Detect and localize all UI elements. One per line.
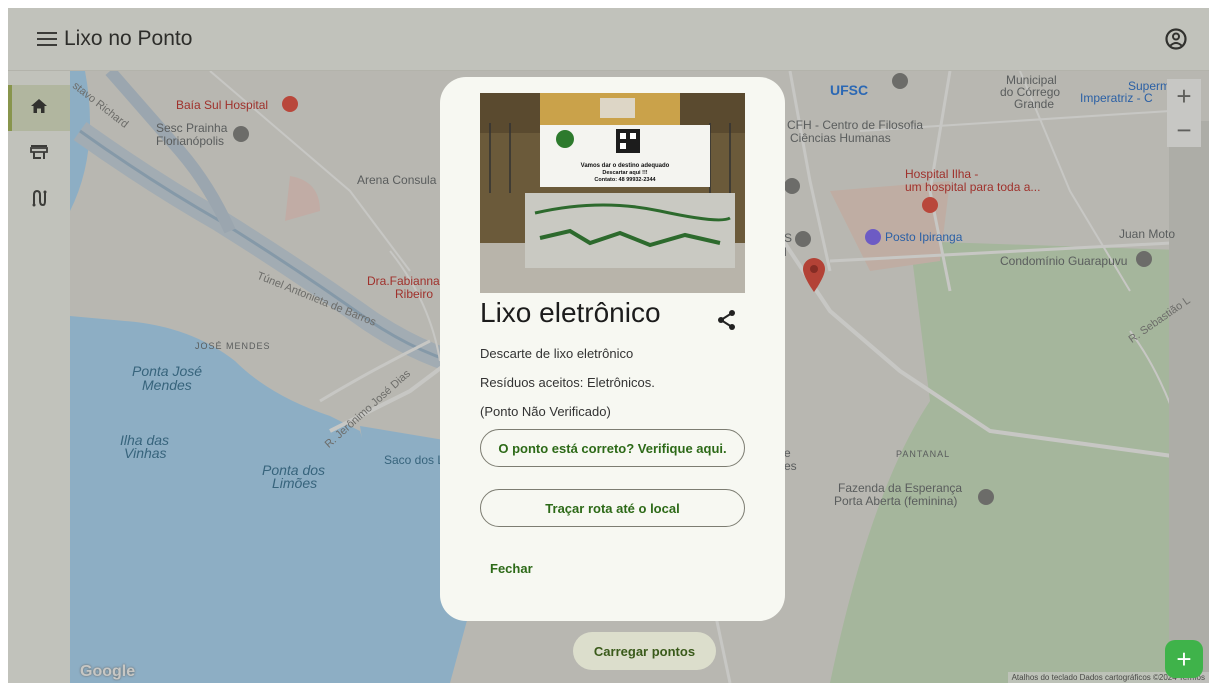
photo-banner-text: Vamos dar o destino adequado [581, 163, 670, 169]
route-to-location-button[interactable]: Traçar rota até o local [480, 489, 745, 527]
app-frame: Lixo no Ponto stavo Richard Baía Sul Hos… [8, 8, 1209, 683]
verify-point-button[interactable]: O ponto está correto? Verifique aqui. [480, 429, 745, 467]
point-details-dialog: Vamos dar o destino adequado Descartar a… [440, 77, 785, 621]
photo-banner-text: Descartar aqui !!! [602, 170, 647, 176]
load-points-button[interactable]: Carregar pontos [573, 632, 716, 670]
point-title: Lixo eletrônico [480, 297, 661, 328]
point-photo: Vamos dar o destino adequado Descartar a… [480, 93, 745, 293]
point-description: Descarte de lixo eletrônico [480, 346, 634, 361]
share-icon[interactable] [715, 308, 739, 332]
photo-banner-text: Contato: 48 99932-2344 [594, 177, 656, 183]
point-verification-status: (Ponto Não Verificado) [480, 404, 611, 419]
add-point-button[interactable]: + [1165, 640, 1203, 678]
point-accepted-waste: Resíduos aceitos: Eletrônicos. [480, 375, 655, 390]
close-button[interactable]: Fechar [490, 561, 533, 576]
